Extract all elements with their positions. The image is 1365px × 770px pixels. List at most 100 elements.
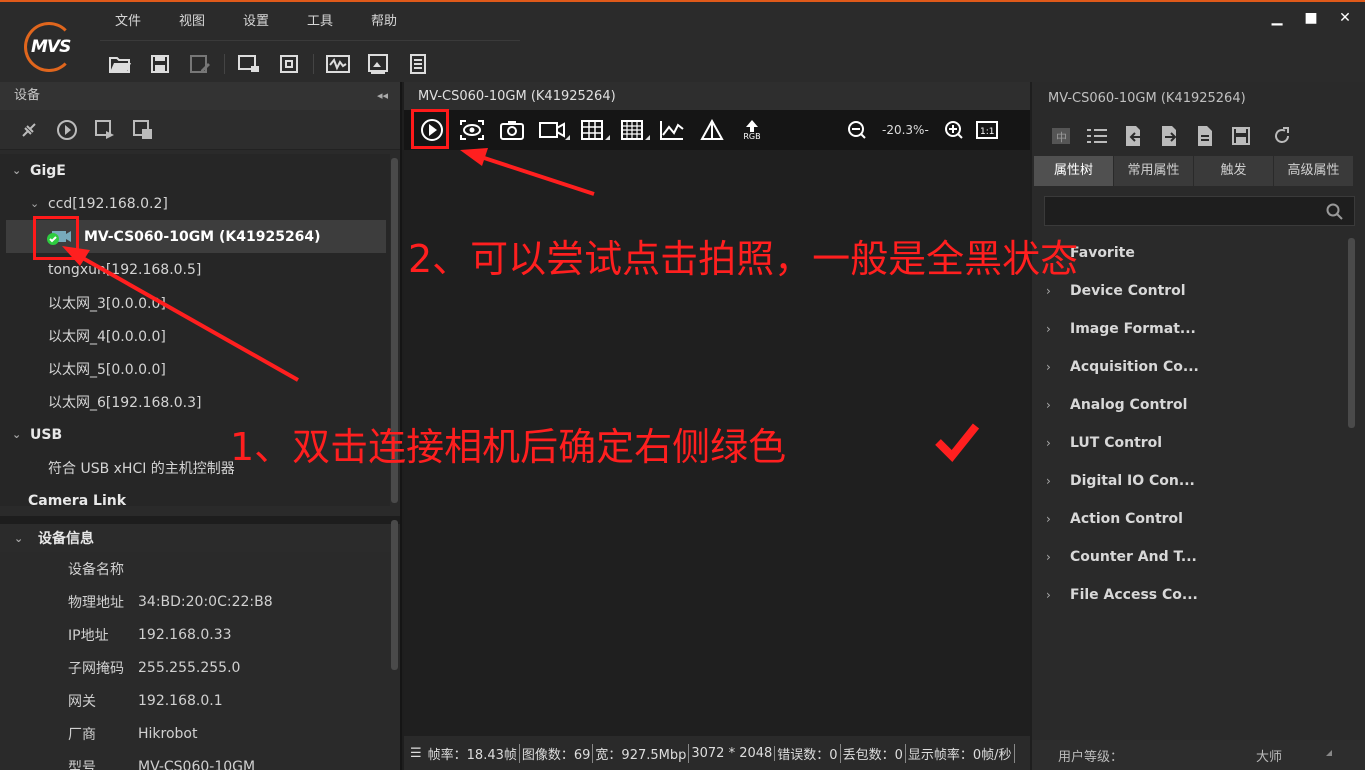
property-group-label: Digital IO Con... — [1070, 473, 1195, 489]
property-group[interactable]: › Digital IO Con... — [1032, 462, 1352, 500]
document-icon[interactable] — [1190, 122, 1220, 150]
open-folder-icon[interactable] — [100, 50, 140, 78]
status-menu-icon[interactable]: ☰ — [410, 746, 422, 761]
search-icon[interactable] — [1326, 203, 1344, 225]
toolbar-divider — [224, 53, 225, 74]
property-group[interactable]: › File Access Co... — [1032, 576, 1352, 606]
image-edit-icon[interactable] — [358, 50, 398, 78]
property-search-input[interactable] — [1045, 197, 1354, 225]
tab-trigger[interactable]: 触发 — [1194, 156, 1274, 186]
grid-icon[interactable] — [572, 114, 612, 146]
save-icon[interactable] — [140, 50, 180, 78]
property-group-label: Analog Control — [1070, 397, 1188, 413]
zoom-in-icon[interactable] — [939, 114, 969, 146]
multi-camera-icon[interactable] — [90, 116, 120, 144]
mirror-icon[interactable] — [692, 114, 732, 146]
dropdown-arrow-icon[interactable] — [565, 135, 570, 140]
user-level-value[interactable]: 大师 — [1256, 746, 1282, 765]
screen-record-icon[interactable] — [229, 50, 269, 78]
device-info-header[interactable]: ⌄ 设备信息 — [0, 516, 400, 552]
chinese-toggle-icon[interactable]: 中 — [1046, 122, 1076, 150]
annotation-step2: 2、可以尝试点击拍照，一般是全黑状态 — [408, 237, 1079, 281]
export-icon[interactable] — [1154, 122, 1184, 150]
dropdown-arrow-icon[interactable] — [1326, 750, 1332, 756]
property-group-label: Counter And T... — [1070, 549, 1197, 565]
property-group[interactable]: › Device Control — [1032, 272, 1352, 310]
info-key: 型号 — [68, 759, 96, 770]
property-group[interactable]: › Action Control — [1032, 500, 1352, 538]
start-grab-icon[interactable] — [52, 116, 82, 144]
annotation-step1: 1、双击连接相机后确定右侧绿色 — [230, 425, 787, 469]
tab-property-tree[interactable]: 属性树 — [1034, 156, 1114, 186]
property-group-label: Acquisition Co... — [1070, 359, 1199, 375]
main-toolbar — [100, 40, 520, 80]
close-icon[interactable]: ✕ — [1337, 10, 1353, 26]
property-scrollbar[interactable] — [1348, 238, 1355, 428]
import-icon[interactable] — [1118, 122, 1148, 150]
list-view-icon[interactable] — [1082, 122, 1112, 150]
zoom-out-icon[interactable] — [842, 114, 872, 146]
property-panel-title: MV-CS060-10GM (K41925264) — [1048, 91, 1246, 106]
tab-common-properties[interactable]: 常用属性 — [1114, 156, 1194, 186]
maximize-icon[interactable]: ■ — [1303, 10, 1319, 26]
document-list-icon[interactable] — [398, 50, 438, 78]
property-group[interactable]: › Image Format... — [1032, 310, 1352, 348]
video-record-icon[interactable] — [532, 114, 572, 146]
save-params-icon[interactable] — [1226, 122, 1256, 150]
property-tree: Favorite › Device Control › Image Format..… — [1032, 234, 1352, 606]
dropdown-arrow-icon[interactable] — [605, 135, 610, 140]
fullscreen-icon[interactable] — [269, 50, 309, 78]
tree-item-interface[interactable]: 以太网_6[192.168.0.3] — [0, 385, 390, 418]
info-row: 物理地址 34:BD:20:0C:22:B8 — [0, 585, 390, 618]
histogram-icon[interactable] — [652, 114, 692, 146]
eye-focus-icon[interactable] — [452, 114, 492, 146]
disconnect-icon[interactable] — [14, 116, 44, 144]
chevron-down-icon: ⌄ — [12, 164, 22, 177]
status-display-rate: 显示帧率：0帧/秒 — [906, 743, 1015, 763]
save-as-icon[interactable] — [180, 50, 220, 78]
property-group[interactable]: › LUT Control — [1032, 424, 1352, 462]
tree-item-interface[interactable]: 以太网_5[0.0.0.0] — [0, 352, 390, 385]
info-key: 厂商 — [68, 726, 96, 743]
tree-group-cameralink[interactable]: Camera Link — [0, 484, 390, 507]
info-scrollbar[interactable] — [391, 520, 398, 670]
menu-tools[interactable]: 工具 — [288, 10, 352, 29]
property-group[interactable]: › Analog Control — [1032, 386, 1352, 424]
device-panel-header: 设备 ◂◂ — [0, 82, 400, 110]
info-key: 物理地址 — [68, 594, 124, 611]
tree-item-interface[interactable]: 以太网_4[0.0.0.0] — [0, 319, 390, 352]
property-group-favorite[interactable]: Favorite — [1032, 234, 1352, 272]
device-info-list: 设备名称 物理地址 34:BD:20:0C:22:B8 IP地址 192.168.0… — [0, 552, 390, 770]
chevron-down-icon: ⌄ — [30, 197, 40, 210]
property-group[interactable]: › Counter And T... — [1032, 538, 1352, 576]
window-controls: ▁ ■ ✕ — [1269, 10, 1353, 26]
menu-settings[interactable]: 设置 — [224, 10, 288, 29]
info-value: MV-CS060-10GM — [138, 758, 256, 770]
menu-file[interactable]: 文件 — [96, 10, 160, 29]
annotation-box-start — [411, 109, 449, 149]
collapse-panel-icon[interactable]: ◂◂ — [377, 82, 388, 110]
menu-help[interactable]: 帮助 — [352, 10, 416, 29]
camera-snapshot-icon[interactable] — [492, 114, 532, 146]
batch-icon[interactable] — [128, 116, 158, 144]
title-bar: MVS 文件 视图 设置 工具 帮助 ▁ ■ ✕ — [0, 0, 1365, 82]
tree-item-interface[interactable]: 以太网_3[0.0.0.0] — [0, 286, 390, 319]
property-search — [1044, 196, 1355, 226]
rgb-export-icon[interactable]: RGB — [732, 114, 772, 146]
refresh-icon[interactable] — [1262, 122, 1302, 150]
actual-size-icon[interactable]: 1:1 — [969, 114, 1005, 146]
property-group[interactable]: › Acquisition Co... — [1032, 348, 1352, 386]
dropdown-arrow-icon[interactable] — [645, 135, 650, 140]
waveform-icon[interactable] — [318, 50, 358, 78]
menu-view[interactable]: 视图 — [160, 10, 224, 29]
info-value: Hikrobot — [138, 725, 198, 742]
tree-group-gige[interactable]: ⌄ GigE — [0, 154, 390, 187]
tab-advanced-properties[interactable]: 高级属性 — [1274, 156, 1354, 186]
svg-text:中: 中 — [1056, 131, 1067, 144]
minimize-icon[interactable]: ▁ — [1269, 10, 1285, 26]
svg-text:1:1: 1:1 — [980, 127, 994, 137]
user-level-label: 用户等级： — [1058, 749, 1124, 765]
device-toolbar — [0, 110, 400, 150]
multi-grid-icon[interactable] — [612, 114, 652, 146]
property-group-label: Action Control — [1070, 511, 1183, 527]
